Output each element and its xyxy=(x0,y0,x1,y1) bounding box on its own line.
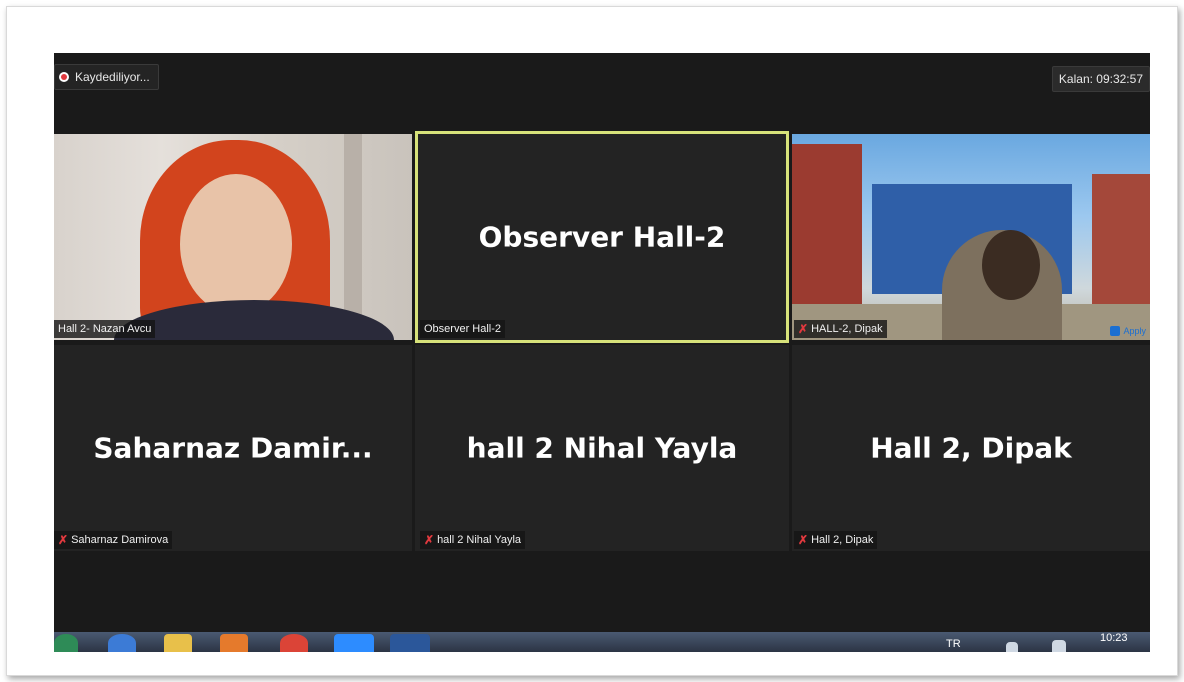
word-icon[interactable] xyxy=(390,634,430,652)
video-tile-saharnaz[interactable]: Saharnaz Damir... ✗ Saharnaz Damirova xyxy=(54,345,412,551)
participant-name-label: Observer Hall-2 xyxy=(420,320,506,338)
top-bar: Kaydediliyor... Kalan: 09:32:57 xyxy=(54,53,1150,133)
record-icon xyxy=(59,72,69,82)
video-tile-observer[interactable]: Observer Hall-2 Observer Hall-2 xyxy=(415,131,789,343)
participant-display-name: hall 2 Nihal Yayla xyxy=(466,431,738,465)
mic-muted-icon: ✗ xyxy=(798,322,809,336)
recording-label: Kaydediliyor... xyxy=(75,70,150,84)
video-tile-hall2-dipak[interactable]: ✗ HALL-2, Dipak Apply xyxy=(792,134,1150,340)
remaining-time: Kalan: 09:32:57 xyxy=(1051,66,1150,92)
building-left xyxy=(792,144,862,304)
zoom-meeting-window: Kaydediliyor... Kalan: 09:32:57 Hall 2- … xyxy=(54,53,1150,652)
participant-display-name: Saharnaz Damir... xyxy=(93,431,373,465)
participant-name-label: ✗ Hall 2, Dipak xyxy=(794,531,878,549)
participant-display-name: Hall 2, Dipak xyxy=(870,431,1072,465)
participant-name-label: ✗ Saharnaz Damirova xyxy=(54,531,173,549)
building-right xyxy=(1092,174,1150,314)
background-wall xyxy=(344,134,362,339)
participant-name-label: Hall 2- Nazan Avcu xyxy=(54,320,156,338)
chrome-icon[interactable] xyxy=(280,634,308,652)
video-tile-nazan[interactable]: Hall 2- Nazan Avcu xyxy=(54,134,412,340)
mic-muted-icon: ✗ xyxy=(424,533,435,547)
zoom-icon[interactable] xyxy=(334,634,374,652)
participant-name-label: ✗ hall 2 Nihal Yayla xyxy=(420,531,526,549)
screenshot-frame: Kaydediliyor... Kalan: 09:32:57 Hall 2- … xyxy=(6,6,1178,676)
mic-muted-icon: ✗ xyxy=(58,533,69,547)
start-button-icon[interactable] xyxy=(54,634,78,652)
clock[interactable]: 10:23 xyxy=(1100,632,1128,650)
ie-icon[interactable] xyxy=(108,634,136,652)
media-player-icon[interactable] xyxy=(220,634,248,652)
participant-name-label: ✗ HALL-2, Dipak xyxy=(794,320,887,338)
recording-indicator[interactable]: Kaydediliyor... xyxy=(54,64,159,90)
video-tile-dipak[interactable]: Hall 2, Dipak ✗ Hall 2, Dipak xyxy=(792,345,1150,551)
windows-taskbar: TR 10:23 xyxy=(54,632,1150,652)
battery-icon[interactable] xyxy=(1006,642,1018,652)
participant-display-name: Observer Hall-2 xyxy=(478,220,726,254)
language-indicator[interactable]: TR xyxy=(946,638,961,650)
participant-head xyxy=(982,230,1040,300)
checkbox-icon xyxy=(1110,326,1121,336)
volume-icon[interactable] xyxy=(1052,640,1066,652)
folder-icon[interactable] xyxy=(164,634,192,652)
participant-face xyxy=(180,174,292,314)
video-tile-nihal[interactable]: hall 2 Nihal Yayla ✗ hall 2 Nihal Yayla xyxy=(415,345,789,551)
mic-muted-icon: ✗ xyxy=(798,533,809,547)
apply-badge[interactable]: Apply xyxy=(1110,326,1146,336)
